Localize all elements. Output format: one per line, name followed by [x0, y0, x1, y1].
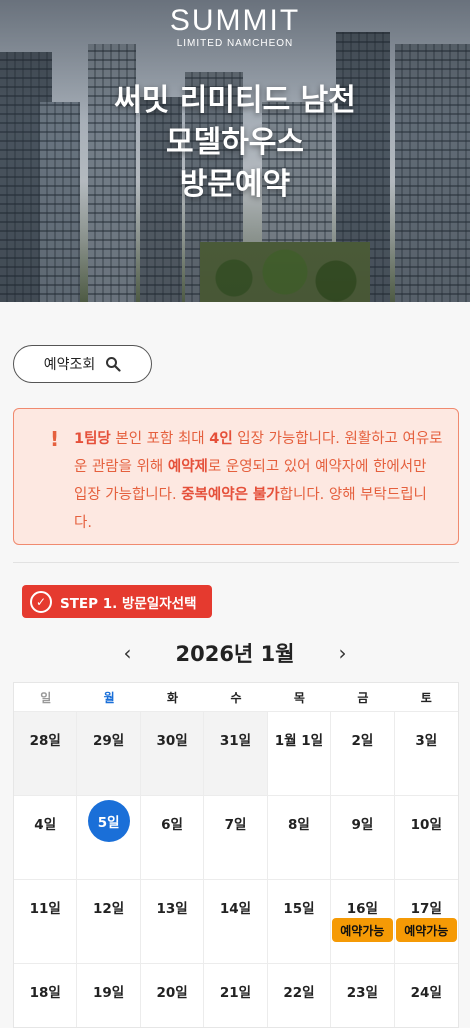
calendar-day[interactable]: 8일 — [268, 796, 332, 879]
day-label: 10일 — [410, 817, 442, 833]
step-label: STEP 1. 방문일자선택 — [60, 595, 197, 612]
day-label: 6일 — [161, 817, 183, 833]
calendar-day[interactable]: 13일 — [141, 880, 205, 963]
calendar-day: 31일 — [204, 712, 268, 795]
notice-segment: 본인 포함 최대 — [110, 431, 210, 447]
check-circle-icon: ✓ — [30, 590, 52, 613]
day-label: 14일 — [219, 901, 252, 917]
day-label: 9일 — [351, 817, 374, 833]
calendar-day[interactable]: 16일 예약가능 — [331, 880, 395, 963]
day-label: 24일 — [410, 985, 442, 1001]
calendar-day: 28일 — [14, 712, 78, 795]
weekday-header: 일 월 화 수 목 금 토 — [14, 683, 458, 711]
day-label: 22일 — [283, 985, 315, 1001]
step-badge: ✓ STEP 1. 방문일자선택 — [22, 585, 212, 618]
calendar-day[interactable]: 19일 — [77, 964, 141, 1027]
weekday-wed: 수 — [230, 690, 242, 705]
weekday-mon: 월 — [103, 690, 115, 705]
calendar-day[interactable]: 17일 예약가능 — [395, 880, 458, 963]
available-badge[interactable]: 예약가능 — [332, 918, 393, 942]
calendar-week-row: 11일 12일 13일 14일 15일 16일 예약가능 17일 예약가능 — [14, 879, 458, 963]
day-label: 29일 — [93, 733, 125, 749]
calendar-day: 29일 — [77, 712, 141, 795]
chevron-right-icon[interactable]: › — [323, 641, 363, 665]
reservation-lookup-button[interactable]: 예약조회 — [13, 345, 152, 383]
hero-banner: SUMMIT LIMITED NAMCHEON 써밋 리미티드 남천 모델하우스… — [0, 0, 470, 302]
calendar-body: 28일 29일 30일 31일 1월 1일 2일 3일 4일 5일 6일 7일 8일 9일 10일 11일 1… — [14, 711, 458, 1027]
calendar-day[interactable]: 10일 — [395, 796, 458, 879]
day-label: 1월 1일 — [274, 733, 324, 749]
day-label: 3일 — [415, 733, 438, 749]
notice-emphasis: 중복예약은 불가 — [181, 487, 280, 503]
day-label: 4일 — [34, 817, 57, 833]
calendar-day: 30일 — [140, 712, 205, 795]
search-icon — [106, 357, 121, 372]
notice-emphasis: 4인 — [209, 431, 233, 447]
reservation-lookup-label: 예약조회 — [43, 357, 96, 373]
calendar-day[interactable]: 21일 — [204, 964, 268, 1027]
notice-text: 1팀당 본인 포함 최대 4인 입장 가능합니다. 원활하고 여유로운 관람을 … — [74, 431, 443, 531]
day-label: 15일 — [283, 901, 315, 917]
month-title: 2026년 1월 — [175, 642, 295, 666]
calendar-day[interactable]: 18일 — [14, 964, 78, 1027]
weekday-sat: 토 — [420, 690, 432, 705]
notice-box: ! 1팀당 본인 포함 최대 4인 입장 가능합니다. 원활하고 여유로운 관람… — [13, 408, 459, 545]
divider — [13, 562, 459, 563]
day-label: 12일 — [93, 901, 125, 917]
calendar-day[interactable]: 6일 — [141, 796, 205, 879]
page-title: 써밋 리미티드 남천 모델하우스 방문예약 — [0, 80, 470, 206]
title-line-2: 모델하우스 — [166, 125, 304, 160]
weekday-fri: 금 — [357, 690, 369, 705]
available-badge[interactable]: 예약가능 — [395, 918, 457, 942]
day-label: 20일 — [156, 985, 188, 1001]
day-label: 17일 — [410, 901, 442, 917]
day-label: 19일 — [93, 985, 125, 1001]
calendar-day[interactable]: 11일 — [14, 880, 78, 963]
brand-sub: LIMITED NAMCHEON — [176, 38, 294, 49]
day-label: 18일 — [29, 985, 61, 1001]
calendar-week-row: 4일 5일 6일 7일 8일 9일 10일 — [14, 795, 458, 879]
day-label: 21일 — [219, 985, 252, 1001]
calendar-day[interactable]: 9일 — [331, 796, 395, 879]
day-label: 31일 — [219, 733, 252, 749]
calendar-day[interactable]: 12일 — [77, 880, 141, 963]
calendar-week-row: 18일 19일 20일 21일 22일 23일 24일 — [14, 963, 458, 1027]
title-line-1: 써밋 리미티드 남천 — [114, 83, 356, 118]
calendar-day[interactable]: 7일 — [204, 796, 268, 879]
day-label: 7일 — [224, 817, 247, 833]
calendar-day[interactable]: 1월 1일 — [268, 712, 332, 795]
calendar-day[interactable]: 22일 — [268, 964, 332, 1027]
day-label: 11일 — [29, 901, 61, 917]
calendar-day[interactable]: 2일 — [331, 712, 395, 795]
day-label: 30일 — [156, 733, 188, 749]
calendar-day[interactable]: 24일 — [395, 964, 458, 1027]
weekday-sun: 일 — [40, 690, 52, 705]
month-navigation: ‹ 2026년 1월 › — [0, 636, 470, 670]
calendar-day[interactable]: 23일 — [331, 964, 395, 1027]
notice-emphasis: 예약제 — [167, 459, 208, 475]
brand-name: SUMMIT — [169, 4, 301, 37]
selected-day-label: 5일 — [87, 800, 130, 842]
exclamation-icon: ! — [50, 427, 60, 451]
calendar-week-row: 28일 29일 30일 31일 1월 1일 2일 3일 — [14, 711, 458, 795]
calendar-day[interactable]: 14일 — [204, 880, 268, 963]
calendar-day[interactable]: 4일 — [14, 796, 78, 879]
day-label: 23일 — [346, 985, 378, 1001]
day-label: 28일 — [29, 733, 61, 749]
day-label: 16일 — [346, 901, 378, 917]
day-label: 8일 — [288, 817, 310, 833]
notice-emphasis: 1팀당 — [74, 431, 111, 447]
day-label: 13일 — [156, 901, 188, 917]
calendar-day[interactable]: 3일 — [395, 712, 458, 795]
weekday-tue: 화 — [167, 690, 179, 705]
title-line-3: 방문예약 — [179, 167, 291, 202]
chevron-left-icon[interactable]: ‹ — [107, 641, 147, 665]
weekday-thu: 목 — [293, 690, 305, 705]
brand-logo: SUMMIT LIMITED NAMCHEON — [0, 4, 470, 49]
calendar-day[interactable]: 5일 — [77, 796, 141, 879]
calendar-day[interactable]: 20일 — [141, 964, 205, 1027]
calendar-day[interactable]: 15일 — [268, 880, 332, 963]
day-label: 2일 — [351, 733, 374, 749]
calendar: 일 월 화 수 목 금 토 28일 29일 30일 31일 1월 1일 2일 3일 4일 5일 6… — [13, 682, 459, 1028]
